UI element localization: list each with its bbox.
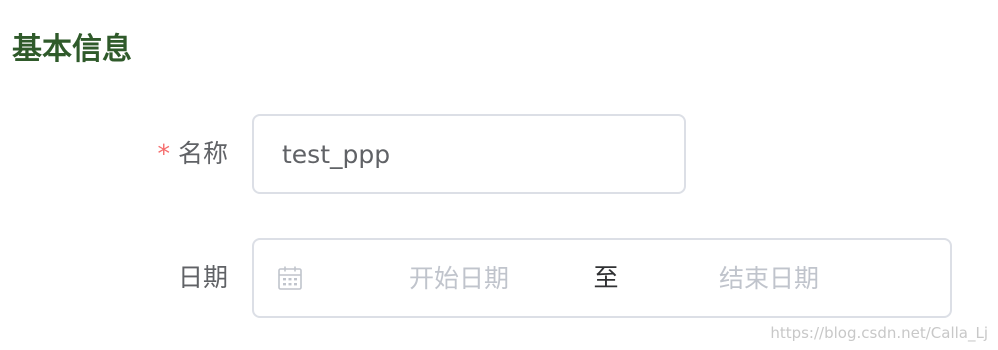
name-label-text: 名称 <box>177 139 228 168</box>
range-separator: 至 <box>593 263 619 292</box>
calendar-icon <box>278 266 302 290</box>
start-date-input[interactable] <box>334 256 584 300</box>
date-range-picker[interactable]: 至 <box>252 238 952 318</box>
required-mark: * <box>157 139 170 168</box>
section-title: 基本信息 <box>12 32 132 67</box>
name-input[interactable] <box>252 114 686 194</box>
end-date-input[interactable] <box>644 256 894 300</box>
name-label: * 名称 <box>157 114 228 194</box>
form-row-name: * 名称 <box>0 114 998 194</box>
date-label: 日期 <box>177 263 228 292</box>
form-row-date: 日期 至 <box>0 238 998 318</box>
watermark: https://blog.csdn.net/Calla_Lj <box>770 324 988 342</box>
page: 基本信息 *名称 日期 至 http <box>0 0 998 350</box>
